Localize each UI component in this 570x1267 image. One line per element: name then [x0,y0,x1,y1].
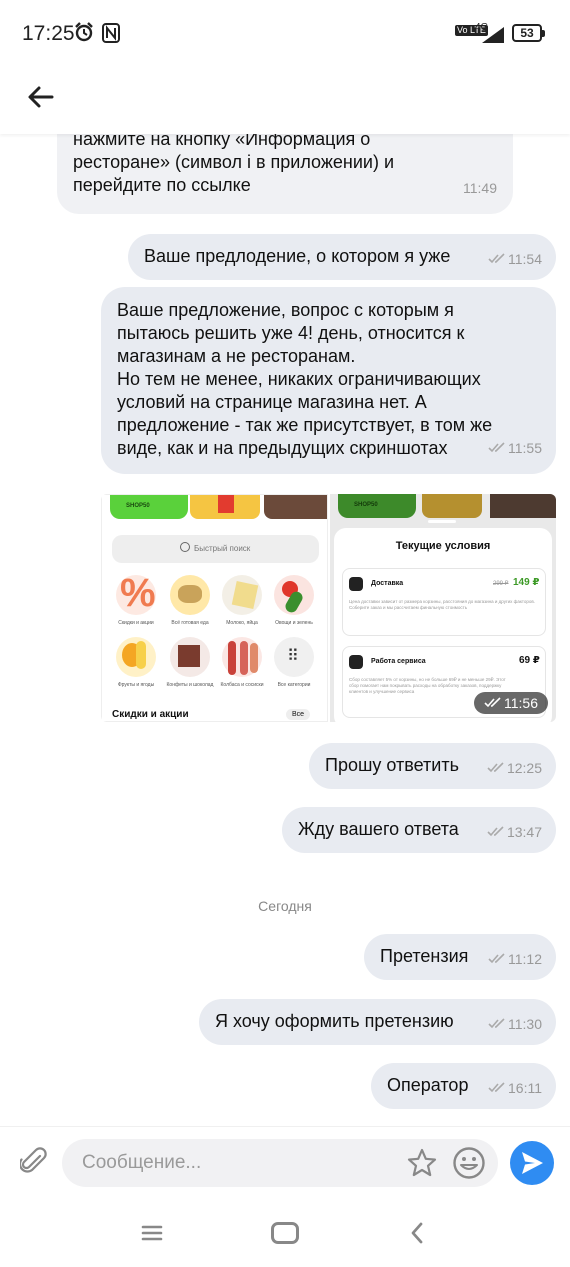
message-outgoing: Прошу ответить 12:25 [309,743,556,789]
read-ticks-icon [487,826,504,837]
message-outgoing: Ваше предлодение, о котором я уже 11:54 [128,234,556,280]
search-icon [180,542,190,552]
chat-header [0,68,570,134]
message-meta: 11:12 [488,948,542,971]
category-fruits-icon [116,637,156,677]
message-text: Претензия [380,946,469,966]
message-meta: 11:55 [488,437,542,460]
message-text: Оператор [387,1075,469,1095]
message-text: Прошу ответить [325,755,459,775]
message-text: Жду вашего ответа [298,819,459,839]
message-outgoing: Жду вашего ответа 13:47 [282,807,556,853]
message-time: 11:56 [504,695,538,711]
nfc-icon [102,23,120,43]
star-icon[interactable] [406,1147,438,1179]
section-link: Все [286,709,311,720]
send-icon [522,1152,543,1174]
category-vegetables-icon [274,575,314,615]
battery-indicator: 53 [512,24,545,42]
category-label: Фрукты и ягоды [117,682,155,688]
attached-screenshot-conditions[interactable]: SHOP50 Текущие условия Доставка 299 ₽ 14… [330,494,556,722]
arrow-left-icon[interactable] [24,80,58,114]
message-time: 11:55 [508,440,542,456]
conditions-title: Текущие условия [395,540,491,552]
read-ticks-icon [488,1082,505,1093]
read-ticks-icon [488,953,505,964]
message-meta: 11:56 [474,692,548,714]
message-text: Ваше предложение, вопрос с которым я пыт… [117,300,493,458]
category-discounts-icon: % [116,571,156,615]
category-sweets-icon [170,637,210,677]
day-separator: Сегодня [258,898,312,914]
delivery-icon [349,577,363,591]
category-dairy-icon [222,575,262,615]
category-ready-food-icon [170,575,210,615]
paperclip-icon[interactable] [20,1147,48,1177]
message-time: 13:47 [506,824,542,840]
message-time: 16:11 [508,1080,542,1096]
section-title: Скидки и акции [112,709,189,720]
message-meta: 11:30 [488,1013,542,1036]
status-time: 17:25 [22,22,75,45]
attached-screenshot-catalog[interactable]: SHOP50 Быстрый поиск % Скидки и акции Вс… [101,494,328,722]
delivery-label: Доставка [371,580,404,587]
category-label: Всё готовая еда [171,620,209,626]
message-time: 11:54 [508,251,542,267]
category-label: Овощи и зелень [275,620,313,626]
all-categories-icon: ⠿ [274,637,314,677]
service-label: Работа сервиса [371,658,426,665]
recent-apps-icon[interactable] [140,1224,164,1242]
message-text: Ваше предлодение, о котором я уже [144,246,451,266]
image-attachments: SHOP50 Быстрый поиск % Скидки и акции Вс… [101,494,556,722]
message-incoming: нажмите на кнопку «Информация о ресторан… [57,134,513,214]
emoji-icon[interactable] [452,1146,486,1180]
read-ticks-icon [488,1018,505,1029]
message-outgoing: Ваше предложение, вопрос с которым я пыт… [101,287,556,474]
message-meta: 16:11 [488,1077,542,1100]
alarm-icon [75,22,93,42]
delivery-price: 149 ₽ [513,577,540,588]
category-label: Молоко, яйца [226,620,258,626]
search-box: Быстрый поиск [112,535,319,563]
message-meta: 12:25 [487,757,542,780]
category-label: Скидки и акции [118,620,154,626]
message-meta: 13:47 [487,821,542,844]
delivery-card: Доставка 299 ₽ 149 ₽ Цена доставки завис… [342,568,546,636]
category-label: Конфеты и шоколад [166,682,214,688]
message-time: 11:12 [508,951,542,967]
chat-feed[interactable]: нажмите на кнопку «Информация о ресторан… [0,134,570,1126]
message-outgoing: Я хочу оформить претензию 11:30 [199,999,556,1045]
read-ticks-icon [487,762,504,773]
chevron-left-icon[interactable] [406,1220,428,1246]
promo-badge: SHOP50 [354,502,378,508]
message-time: 11:49 [463,180,497,196]
read-ticks-icon [488,442,505,453]
home-icon[interactable] [271,1222,299,1244]
message-text: Я хочу оформить претензию [215,1011,454,1031]
delivery-note: Цена доставки зависит от размера корзины… [349,599,536,610]
message-text: нажмите на кнопку «Информация о ресторан… [73,134,395,195]
category-label: Все категории [277,682,311,688]
read-ticks-icon [484,697,501,708]
message-time: 11:30 [508,1016,542,1032]
message-composer [0,1126,570,1198]
message-time: 12:25 [506,760,542,776]
message-outgoing: Оператор 16:11 [371,1063,556,1109]
delivery-old-price: 299 ₽ [493,581,509,587]
service-icon [349,655,363,669]
promo-badge: SHOP50 [126,503,150,509]
message-meta: 11:54 [488,248,542,271]
message-outgoing: Претензия 11:12 [364,934,556,980]
system-navigation-bar [0,1198,570,1267]
search-placeholder: Быстрый поиск [194,544,251,553]
category-label: Колбаса и сосиски [220,682,264,688]
read-ticks-icon [488,253,505,264]
service-price: 69 ₽ [519,655,540,666]
signal-icon [482,27,504,43]
status-bar: 17:25 Vo LTE 4G 53 [0,0,570,68]
send-button[interactable] [510,1141,554,1185]
category-sausages-icon [222,637,262,677]
